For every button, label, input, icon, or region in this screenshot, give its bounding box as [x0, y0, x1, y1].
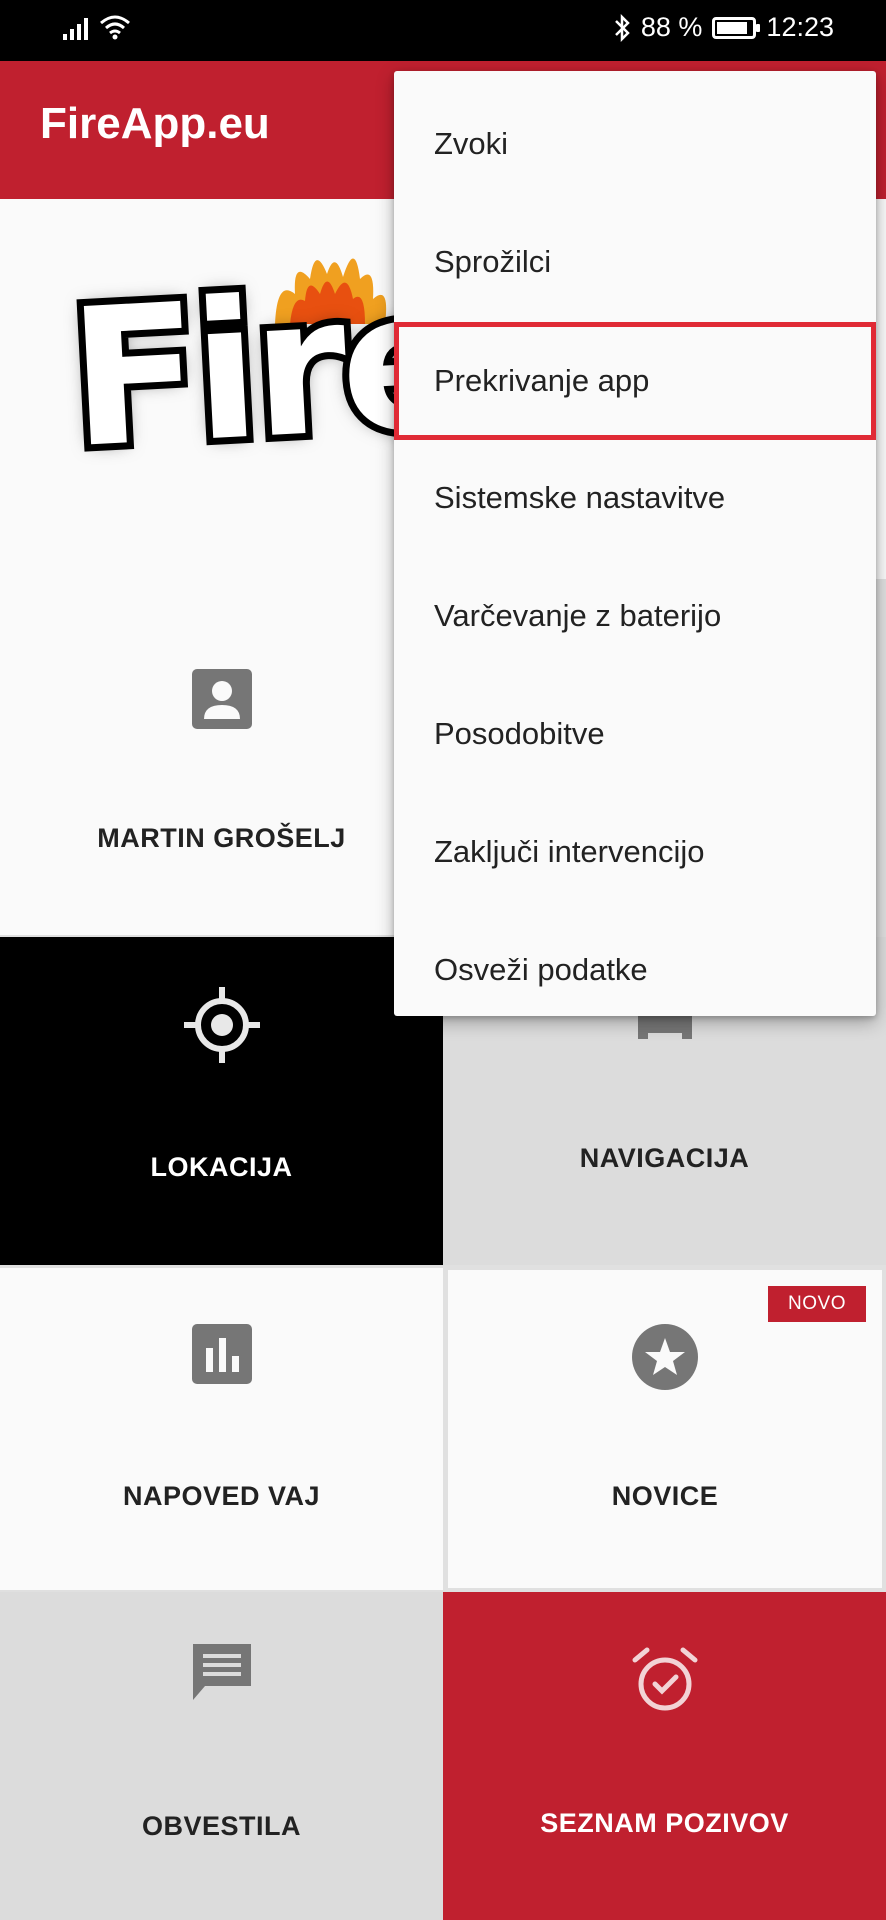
- status-bar: 88 % 12:23: [0, 0, 886, 61]
- menu-item-battery-saving[interactable]: Varčevanje z baterijo: [394, 557, 876, 675]
- wifi-icon: [100, 15, 130, 40]
- signal-icon: [63, 18, 88, 40]
- menu-item-refresh-data[interactable]: Osveži podatke: [394, 911, 876, 1029]
- screen: 88 % 12:23 FireApp.eu Fire MARTIN GROŠEL…: [0, 0, 886, 1920]
- status-right: 88 % 12:23: [613, 12, 834, 43]
- calls-label: SEZNAM POZIVOV: [540, 1808, 789, 1838]
- forecast-label: NAPOVED VAJ: [122, 1481, 321, 1511]
- battery-fill: [717, 21, 748, 34]
- menu-item-updates[interactable]: Posodobitve: [394, 675, 876, 793]
- tile-news[interactable]: NOVO NOVICE: [448, 1270, 882, 1588]
- status-left: [62, 14, 132, 40]
- profile-label: MARTIN GROŠELJ: [97, 823, 346, 853]
- clock: 12:23: [766, 12, 834, 42]
- app-title: FireApp.eu: [40, 99, 270, 148]
- tile-forecast[interactable]: NAPOVED VAJ: [0, 1268, 443, 1590]
- bar-chart-icon: [191, 1324, 252, 1384]
- news-label: NOVICE: [611, 1481, 719, 1511]
- account-box-icon: [191, 669, 252, 729]
- tile-location[interactable]: LOKACIJA: [0, 937, 443, 1265]
- star-icon: [632, 1324, 698, 1390]
- overflow-menu: Zvoki Sprožilci Prekrivanje app Sistemsk…: [394, 71, 876, 1016]
- tile-calls[interactable]: SEZNAM POZIVOV: [443, 1592, 886, 1920]
- battery-icon: [712, 16, 761, 39]
- tile-profile[interactable]: MARTIN GROŠELJ: [0, 579, 443, 935]
- menu-item-system-settings[interactable]: Sistemske nastavitve: [394, 439, 876, 557]
- menu-item-sounds[interactable]: Zvoki: [394, 85, 876, 203]
- bluetooth-icon: [614, 13, 630, 42]
- alarm-check-icon: [632, 1647, 697, 1711]
- menu-item-app-overlay[interactable]: Prekrivanje app: [394, 322, 876, 440]
- notices-label: OBVESTILA: [141, 1811, 301, 1841]
- gps-location-icon: [183, 987, 260, 1063]
- location-label: LOKACIJA: [150, 1152, 293, 1182]
- navigation-label: NAVIGACIJA: [579, 1143, 750, 1173]
- battery-percent: 88 %: [640, 12, 703, 42]
- message-icon: [192, 1644, 251, 1700]
- menu-item-triggers[interactable]: Sprožilci: [394, 203, 876, 321]
- tile-notices[interactable]: OBVESTILA: [0, 1592, 443, 1920]
- menu-item-end-intervention[interactable]: Zaključi intervencijo: [394, 793, 876, 911]
- new-badge: NOVO: [768, 1286, 866, 1322]
